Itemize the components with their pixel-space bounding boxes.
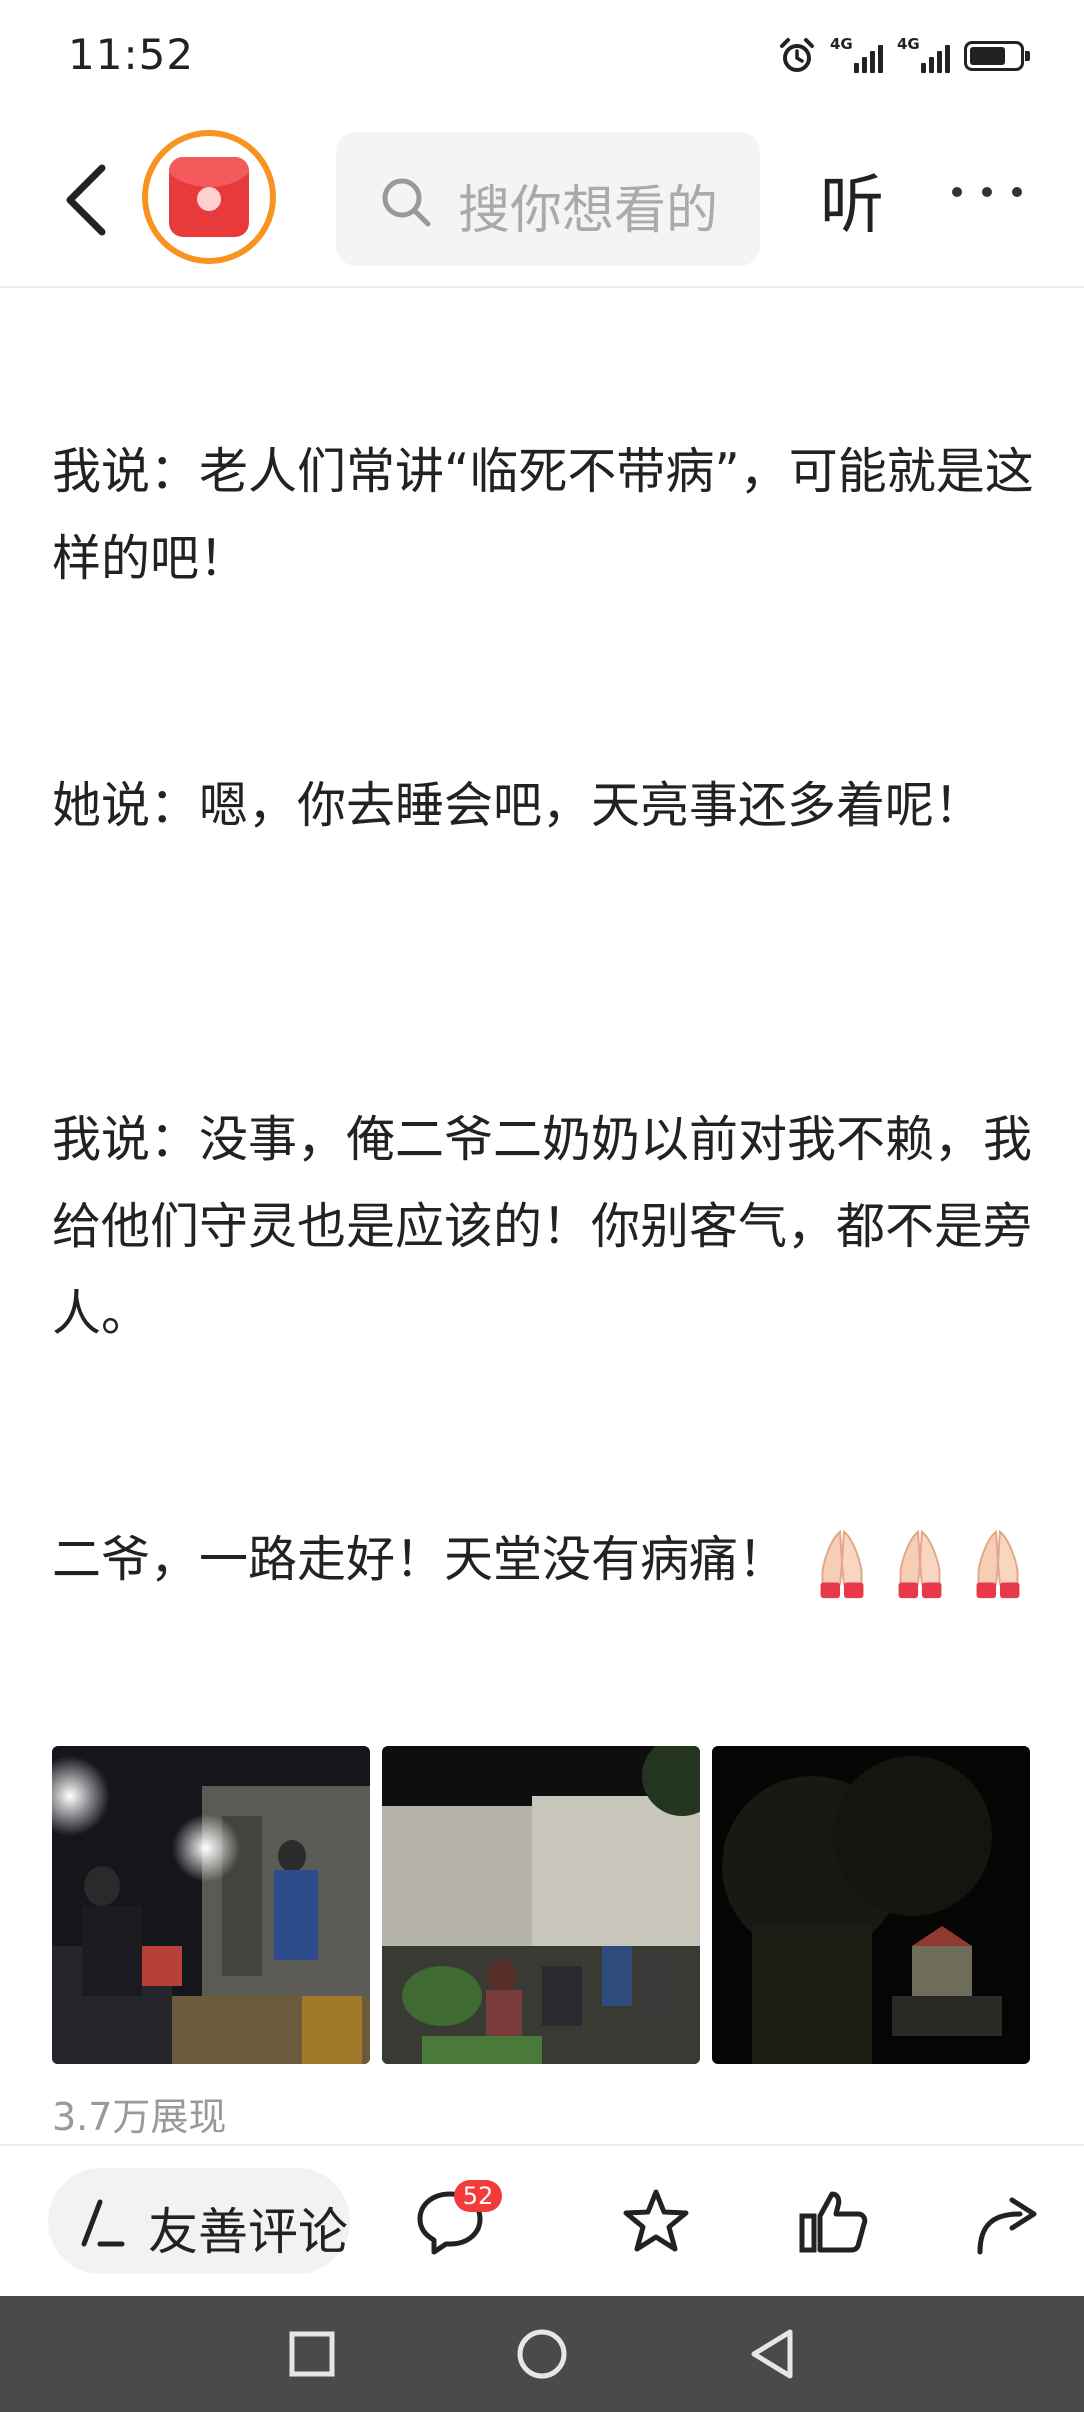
comment-label: 友善评论 — [148, 2203, 348, 2261]
red-envelope-icon — [169, 157, 249, 237]
status-time: 11:52 — [68, 30, 195, 79]
pen-icon — [81, 2199, 125, 2247]
photo-grid — [52, 1746, 1032, 2064]
comment-count-badge: 52 — [454, 2180, 502, 2212]
folded-hands-emoji — [898, 1529, 942, 1598]
thumbs-up-icon[interactable] — [798, 2186, 870, 2258]
bottom-action-bar: 友善评论 52 — [0, 2144, 1084, 2298]
paragraph: 二爷，一路走好！天堂没有病痛！ — [52, 1531, 788, 1588]
signal-icon-2: 4G — [897, 35, 950, 73]
signal-icon: 4G — [830, 35, 883, 73]
search-icon — [382, 178, 431, 227]
comment-input-button[interactable]: 友善评论 — [48, 2168, 350, 2274]
star-icon[interactable] — [620, 2186, 692, 2258]
view-count: 3.7万展现 — [52, 2095, 227, 2139]
back-nav-icon[interactable] — [744, 2326, 800, 2382]
alarm-icon — [780, 38, 814, 72]
battery-icon — [964, 41, 1030, 71]
photo-1[interactable] — [52, 1746, 370, 2064]
search-input[interactable]: 搜你想看的 — [336, 132, 760, 266]
share-icon[interactable] — [972, 2186, 1044, 2258]
paragraph: 我说：没事，俺二爷二奶奶以前对我不赖，我给他们守灵也是应该的！你别客气，都不是旁… — [52, 1111, 1033, 1342]
avatar[interactable] — [142, 130, 276, 264]
recent-apps-icon[interactable] — [284, 2326, 340, 2382]
folded-hands-emoji — [820, 1529, 864, 1598]
paragraph-with-emoji: 二爷，一路走好！天堂没有病痛！ — [52, 1516, 1042, 1603]
photo-2[interactable] — [382, 1746, 700, 2064]
folded-hands-emoji — [976, 1529, 1020, 1598]
top-nav-bar: 搜你想看的 听 — [0, 112, 1084, 288]
status-icons: 4G 4G — [778, 34, 1030, 78]
photo-3[interactable] — [712, 1746, 1030, 2064]
status-bar: 11:52 4G 4G — [0, 0, 1084, 112]
more-options-icon[interactable] — [952, 172, 1022, 212]
system-nav-bar — [0, 2296, 1084, 2412]
paragraph: 她说：嗯，你去睡会吧，天亮事还多着呢！ — [52, 777, 984, 834]
paragraph: 我说：老人们常讲“临死不带病”，可能就是这样的吧！ — [52, 443, 1034, 587]
search-placeholder: 搜你想看的 — [458, 181, 718, 241]
home-icon[interactable] — [514, 2326, 570, 2382]
listen-button[interactable]: 听 — [820, 154, 884, 246]
back-icon[interactable] — [56, 162, 116, 238]
